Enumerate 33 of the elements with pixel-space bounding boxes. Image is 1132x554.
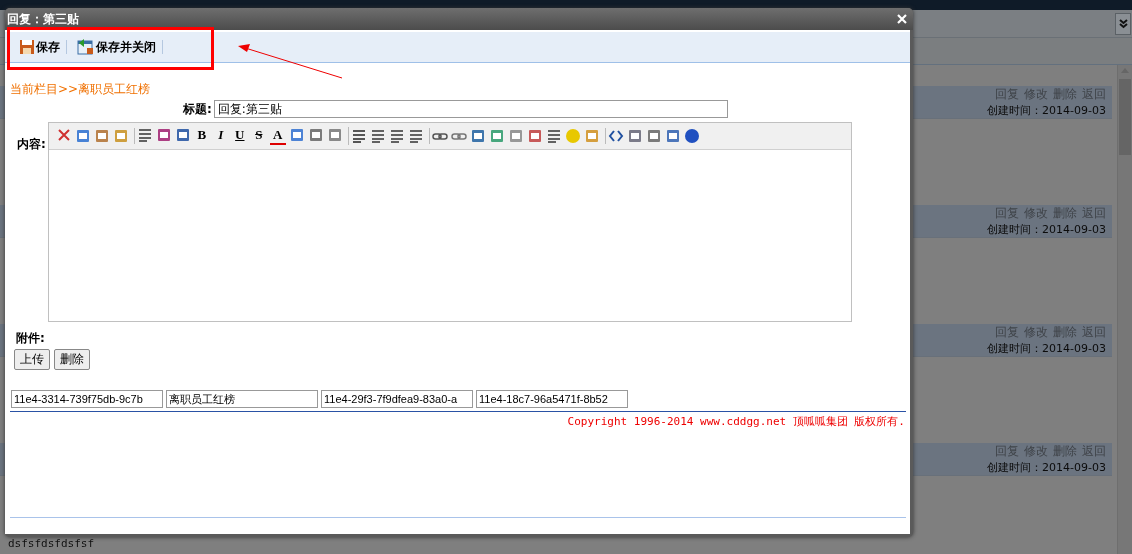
bold-button[interactable]: B — [193, 127, 210, 143]
save-button[interactable]: 保存 — [15, 40, 67, 54]
breadcrumb: 当前栏目>>离职员工红榜 — [10, 81, 152, 98]
underline-button[interactable]: U — [231, 127, 248, 143]
created-time: 创建时间：2014-09-03 — [987, 103, 1106, 118]
attachment-label: 附件: — [16, 330, 46, 347]
strikethrough-button[interactable]: S — [250, 127, 267, 143]
delete-button[interactable]: 删除 — [54, 349, 90, 370]
close-icon[interactable] — [897, 14, 907, 24]
window-save-icon — [77, 39, 95, 55]
title-label: 标题: — [183, 100, 212, 118]
created-time: 创建时间：2014-09-03 — [987, 460, 1106, 475]
created-time: 创建时间：2014-09-03 — [987, 222, 1106, 237]
title-input[interactable]: 回复:第三贴 — [213, 100, 728, 118]
code-icon[interactable] — [607, 128, 624, 144]
content-label: 内容: — [17, 136, 46, 153]
align-icon[interactable] — [350, 128, 367, 144]
italic-button[interactable]: I — [212, 127, 229, 143]
text-field[interactable]: 11e4-3314-739f75db-9c7b — [11, 390, 163, 408]
scrollbar[interactable] — [1117, 65, 1132, 554]
double-chevron-icon — [1118, 18, 1128, 29]
post-text: dsfsfdsfdsfsf — [8, 537, 95, 550]
upload-button[interactable]: 上传 — [14, 349, 50, 370]
copyright-text: Copyright 1996-2014 www.cddgg.net 顶呱呱集团 版权所有. — [567, 414, 905, 429]
text-field[interactable]: 11e4-18c7-96a5471f-8b52 — [476, 390, 628, 408]
font-color-button[interactable]: A — [269, 127, 286, 145]
dialog-title: 回复：第三贴 — [7, 10, 79, 28]
created-time: 创建时间：2014-09-03 — [987, 341, 1106, 356]
paragraph-icon[interactable] — [136, 127, 153, 143]
text-field[interactable]: 11e4-29f3-7f9dfea9-83a0-a — [321, 390, 473, 408]
save-and-close-button[interactable]: 保存并关闭 — [73, 40, 163, 54]
text-field[interactable]: 离职员工红榜 — [166, 390, 318, 408]
chevron-button[interactable] — [1115, 12, 1131, 35]
